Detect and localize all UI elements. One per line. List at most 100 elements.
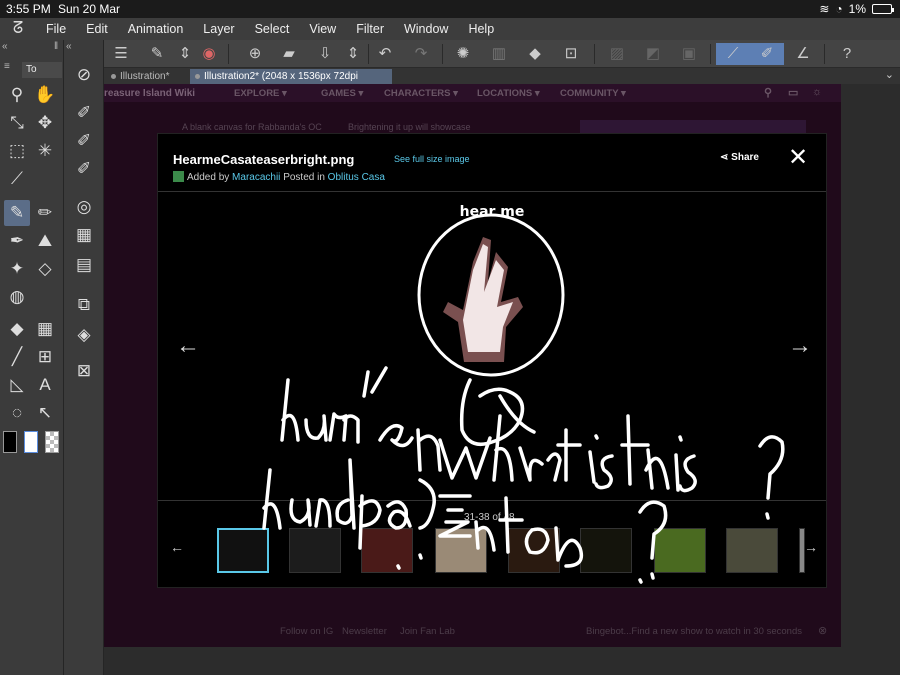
menu-help[interactable]: Help (458, 22, 504, 36)
close-icon[interactable]: ✕ (788, 146, 808, 170)
menu-bar: ᘔ File Edit Animation Layer Select View … (0, 18, 900, 40)
brush-stabilizer-icon[interactable]: ✐ (750, 43, 784, 65)
wiki-nav-locations: LOCATIONS ▾ (477, 88, 540, 99)
layer-property-icon[interactable]: ⧉ (71, 292, 97, 318)
search-icon: ⚲ (764, 87, 773, 99)
thumbnail[interactable] (726, 528, 778, 573)
thumbnail[interactable] (654, 528, 706, 573)
invert-selection-icon[interactable]: ◩ (642, 43, 664, 65)
text-icon[interactable]: A (32, 372, 58, 398)
zoom-icon[interactable]: ⚲ (4, 82, 30, 108)
selection-icon[interactable]: ⬚ (4, 138, 30, 164)
chevron-updown-icon[interactable]: ⇕ (342, 43, 364, 65)
redo-icon[interactable]: ↷ (410, 43, 432, 65)
menu-layer[interactable]: Layer (193, 22, 244, 36)
hand-icon[interactable]: ✋ (32, 82, 58, 108)
app-logo-icon[interactable]: ᘔ (0, 20, 36, 38)
thumbnail-next-arrow-icon[interactable]: → (804, 539, 818, 555)
chevron-updown-icon[interactable]: ⇕ (174, 43, 196, 65)
correct-line-icon[interactable]: ↖ (32, 400, 58, 426)
menu-select[interactable]: Select (245, 22, 300, 36)
fill-icon[interactable]: ◆ (524, 43, 546, 65)
pencil-icon[interactable]: ✏ (32, 200, 58, 226)
thumbnail[interactable] (508, 528, 560, 573)
doc-tab-active[interactable]: Illustration2* (2048 x 1536px 72dpi 89.4… (190, 69, 392, 97)
category-link[interactable]: Oblitus Casa (328, 172, 385, 183)
menu-edit[interactable]: Edit (76, 22, 118, 36)
menu-view[interactable]: View (299, 22, 346, 36)
tool-property-icon[interactable]: ✐ (71, 100, 97, 126)
frame-icon[interactable]: ⊞ (32, 344, 58, 370)
thumbnail[interactable] (361, 528, 413, 573)
thumbnail[interactable] (217, 528, 269, 573)
layers-icon[interactable]: ◈ (71, 322, 97, 348)
export-icon[interactable]: ⇩ (314, 43, 336, 65)
magic-wand-icon[interactable]: ✳ (32, 138, 58, 164)
share-button[interactable]: ⋖ Share (720, 152, 759, 163)
divider (710, 44, 711, 64)
folder-icon[interactable]: ▰ (278, 43, 300, 65)
ios-status-bar: 3:55 PM Sun 20 Mar ≋ ◔ 1% (0, 0, 900, 18)
wiki-sub-left: A blank canvas for Rabbanda's OC (182, 122, 322, 132)
eraser-icon[interactable]: ◇ (32, 256, 58, 282)
app-window: 3:55 PM Sun 20 Mar ≋ ◔ 1% ᘔ File Edit An… (0, 0, 900, 675)
decoration-icon[interactable]: ✦ (4, 256, 30, 282)
gradient-icon[interactable]: ▦ (32, 316, 58, 342)
timeline-icon[interactable]: ▤ (71, 252, 97, 278)
transform-icon[interactable]: ▥ (488, 43, 510, 65)
color-wheel-icon[interactable]: ◎ (71, 194, 97, 220)
doc-tab[interactable]: Illustration* (106, 69, 188, 84)
new-file-icon[interactable]: ⊕ (244, 43, 266, 65)
move-icon[interactable]: ✥ (32, 110, 58, 136)
balloon-icon[interactable]: ◌ (4, 400, 30, 426)
edit-icon[interactable]: ✎ (146, 43, 168, 65)
brush-icon[interactable]: ✒ (4, 228, 30, 254)
transparent-color-swatch[interactable] (45, 431, 59, 453)
brush-size-icon[interactable]: ✐ (71, 128, 97, 154)
status-date: Sun 20 Mar (58, 2, 121, 16)
figure-icon[interactable]: ╱ (4, 344, 30, 370)
previous-image-arrow-icon[interactable]: ← (176, 334, 200, 358)
ruler-tool-icon[interactable]: ◺ (4, 372, 30, 398)
chevron-down-icon[interactable]: ⌄ (885, 68, 894, 81)
mask-icon[interactable]: ▣ (678, 43, 700, 65)
record-icon[interactable]: ◉ (198, 43, 220, 65)
pen-icon[interactable]: ✎ (4, 200, 30, 226)
thumbnail[interactable] (435, 528, 487, 573)
undo-icon[interactable]: ↶ (374, 43, 396, 65)
navigator-icon[interactable]: ⊘ (71, 62, 97, 88)
tool-tab[interactable]: To (22, 62, 62, 78)
loading-icon[interactable]: ✺ (452, 43, 474, 65)
menu-file[interactable]: File (36, 22, 76, 36)
airbrush-icon[interactable]: ⛰ (32, 228, 58, 254)
ruler-icon[interactable]: ∠ (792, 43, 814, 65)
crop-icon[interactable]: ⊡ (560, 43, 582, 65)
see-full-size-link[interactable]: See full size image (394, 154, 470, 164)
clear-selection-icon[interactable]: ▨ (606, 43, 628, 65)
eyedropper-icon[interactable]: ⟋ (4, 166, 30, 192)
divider (368, 44, 369, 64)
menu-window[interactable]: Window (394, 22, 458, 36)
next-image-arrow-icon[interactable]: → (788, 334, 812, 358)
main-color-swatch[interactable] (3, 431, 17, 453)
operation-icon[interactable]: ⤡ (4, 110, 30, 136)
menu-animation[interactable]: Animation (118, 22, 194, 36)
sub-tool-panel: « ⊘ ✐ ✐ ✐ ◎ ▦ ▤ ⧉ ◈ ⊠ (64, 40, 104, 675)
sub-color-swatch[interactable] (24, 431, 38, 453)
menu-filter[interactable]: Filter (346, 22, 394, 36)
material-icon[interactable]: ⊠ (71, 358, 97, 384)
wiki-footer-newsletter: Newsletter (342, 626, 387, 637)
thumbnail-prev-arrow-icon[interactable]: ← (170, 539, 184, 555)
blend-icon[interactable]: ◍ (4, 284, 30, 310)
ruler-snap-icon[interactable]: ⟋ (716, 43, 750, 65)
added-by-label: Added by (187, 172, 230, 183)
author-link[interactable]: Maracachii (232, 172, 280, 183)
help-icon[interactable]: ? (836, 43, 858, 65)
fill-bucket-icon[interactable]: ◆ (4, 316, 30, 342)
thumbnail[interactable] (580, 528, 632, 573)
color-set-icon[interactable]: ▦ (71, 222, 97, 248)
expand-icon[interactable]: « (66, 41, 102, 59)
wiki-footer-ig: Follow on IG (280, 626, 334, 637)
brush-settings-icon[interactable]: ✐ (71, 156, 97, 182)
thumbnail[interactable] (289, 528, 341, 573)
